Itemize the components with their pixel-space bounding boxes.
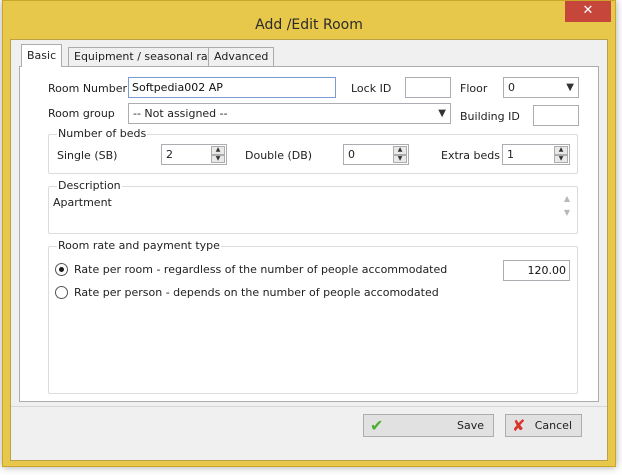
lock-id-label: Lock ID xyxy=(351,82,392,95)
rate-per-room-label[interactable]: Rate per room - regardless of the number… xyxy=(74,263,447,276)
spin-up-icon[interactable]: ▲ xyxy=(393,146,407,155)
dialog-window: Add /Edit Room ✕ Basic Equipment / seaso… xyxy=(2,0,616,467)
room-group-label: Room group xyxy=(48,107,115,120)
building-id-label: Building ID xyxy=(460,110,520,123)
room-group-select-value: -- Not assigned -- xyxy=(133,107,228,120)
check-icon: ✔ xyxy=(370,416,384,435)
footer-separator xyxy=(11,406,607,407)
chevron-down-icon: ▼ xyxy=(438,108,446,119)
tab-advanced[interactable]: Advanced xyxy=(208,47,275,67)
room-rate-group: Room rate and payment type Rate per room… xyxy=(48,239,578,394)
number-of-beds-group: Number of beds Single (SB) 2 ▲ ▼ Double (… xyxy=(48,127,578,174)
number-of-beds-title: Number of beds xyxy=(57,127,148,140)
window-title: Add /Edit Room xyxy=(255,17,363,33)
floor-select-value: 0 xyxy=(508,81,515,94)
extra-beds-value: 1 xyxy=(507,148,514,161)
spin-up-icon[interactable]: ▲ xyxy=(211,146,225,155)
spin-down-icon[interactable]: ▼ xyxy=(211,154,225,163)
spin-down-icon[interactable]: ▼ xyxy=(393,154,407,163)
room-number-label: Room Number xyxy=(48,82,128,95)
description-group: Description Apartment ▲ ▼ xyxy=(48,179,578,234)
cancel-button-label: Cancel xyxy=(534,419,572,432)
floor-label: Floor xyxy=(460,82,488,95)
single-beds-value: 2 xyxy=(166,148,173,161)
single-beds-spinner[interactable]: 2 ▲ ▼ xyxy=(161,144,227,165)
room-rate-title: Room rate and payment type xyxy=(57,239,221,252)
building-id-input[interactable] xyxy=(533,105,579,126)
floor-select[interactable]: 0 ▼ xyxy=(503,77,579,98)
rate-per-room-radio[interactable] xyxy=(55,263,68,276)
extra-beds-spinner[interactable]: 1 ▲ ▼ xyxy=(502,144,570,165)
rate-per-person-label[interactable]: Rate per person - depends on the number … xyxy=(74,286,439,299)
room-number-input[interactable] xyxy=(128,77,336,98)
close-icon: ✕ xyxy=(582,3,594,18)
double-beds-label: Double (DB) xyxy=(245,149,313,162)
extra-beds-label: Extra beds xyxy=(441,149,500,162)
description-scrollbar[interactable]: ▲ ▼ xyxy=(560,192,574,228)
title-bar[interactable]: Add /Edit Room ✕ xyxy=(3,1,615,39)
rate-per-person-radio[interactable] xyxy=(55,286,68,299)
close-button[interactable]: ✕ xyxy=(565,1,611,22)
tab-basic[interactable]: Basic xyxy=(21,44,63,67)
single-beds-label: Single (SB) xyxy=(57,149,118,162)
double-beds-value: 0 xyxy=(348,148,355,161)
cross-icon: ✘ xyxy=(512,416,526,435)
double-beds-spinner[interactable]: 0 ▲ ▼ xyxy=(343,144,409,165)
dialog-client-area: Basic Equipment / seasonal rates Advance… xyxy=(10,39,608,461)
save-button[interactable]: ✔ Save xyxy=(363,414,494,437)
chevron-down-icon: ▼ xyxy=(566,82,574,93)
rate-amount-input[interactable] xyxy=(503,260,570,281)
description-text[interactable]: Apartment xyxy=(53,196,112,209)
spin-up-icon[interactable]: ▲ xyxy=(554,146,568,155)
description-title: Description xyxy=(57,179,122,192)
save-button-label: Save xyxy=(456,419,484,432)
tab-equipment-seasonal-rates[interactable]: Equipment / seasonal rates xyxy=(68,47,231,67)
room-group-select[interactable]: -- Not assigned -- ▼ xyxy=(128,103,451,124)
basic-tab-panel: Room Number Lock ID Floor 0 ▼ Room group… xyxy=(19,66,599,402)
lock-id-input[interactable] xyxy=(405,77,451,98)
cancel-button[interactable]: ✘ Cancel xyxy=(505,414,582,437)
spin-down-icon[interactable]: ▼ xyxy=(554,154,568,163)
